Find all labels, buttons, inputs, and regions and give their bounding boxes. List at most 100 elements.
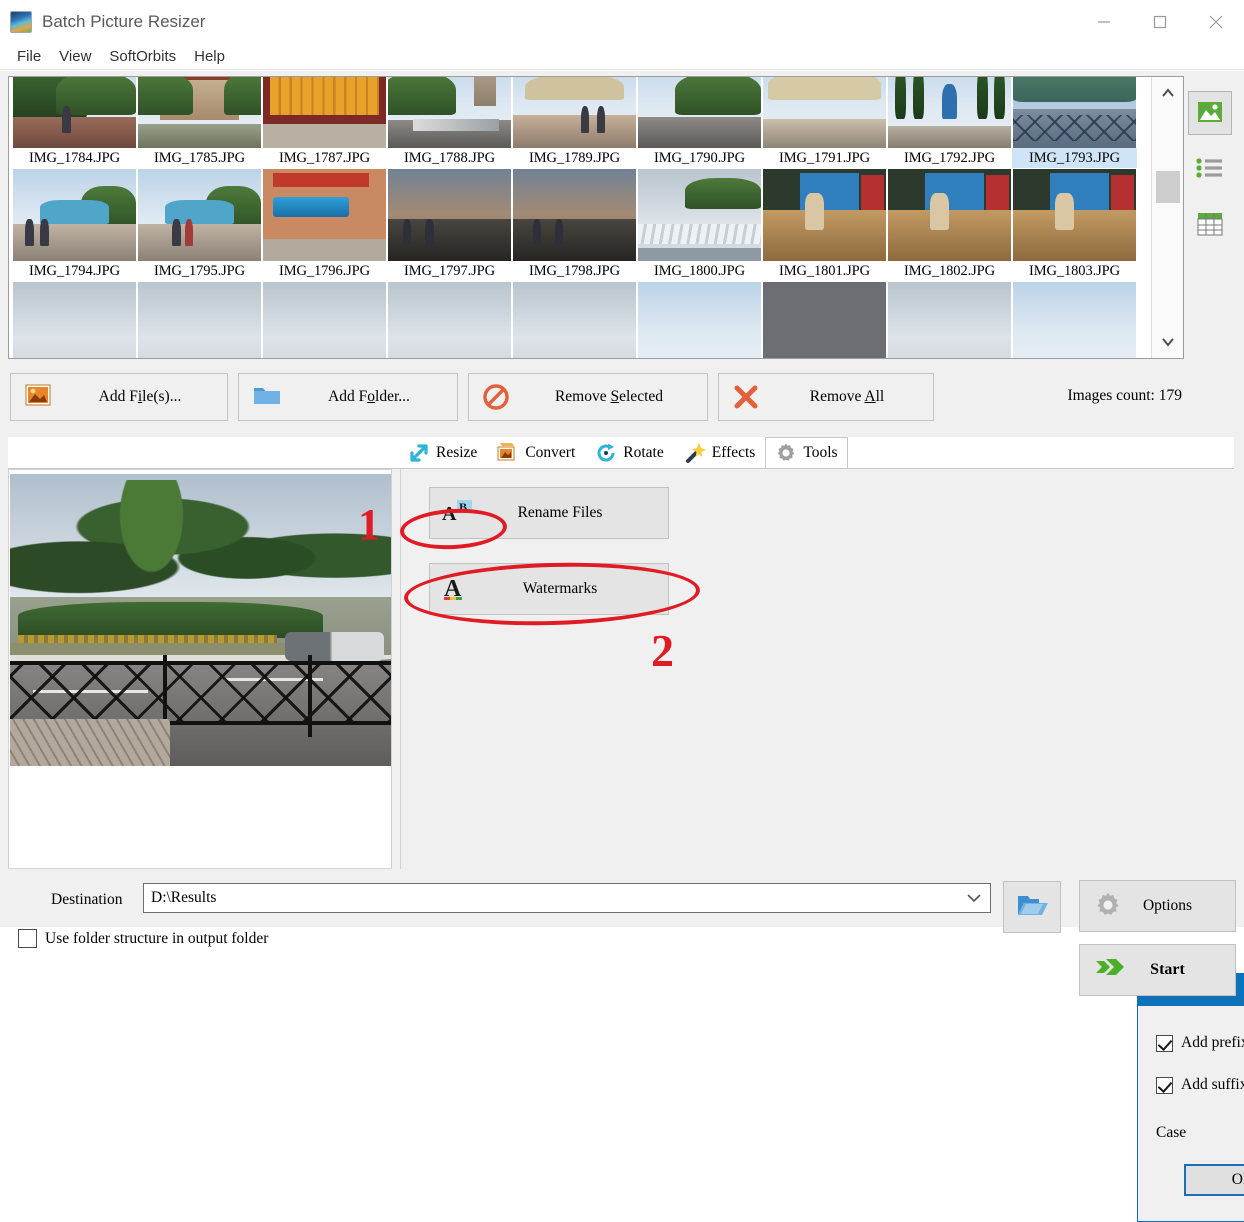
menu-item-softorbits[interactable]: SoftOrbits — [100, 46, 185, 67]
thumbnail-image[interactable] — [138, 77, 261, 148]
list-item[interactable] — [762, 281, 887, 358]
thumbnail-image[interactable] — [138, 169, 261, 261]
list-item[interactable]: IMG_1784.JPG — [12, 77, 137, 168]
list-item[interactable] — [887, 281, 1012, 358]
destination-input[interactable]: D:\Results — [143, 883, 991, 913]
view-mode-list-button[interactable] — [1188, 147, 1232, 191]
list-item[interactable]: IMG_1797.JPG — [387, 168, 512, 281]
start-button[interactable]: Start — [1079, 944, 1236, 996]
thumbnail-scroll-area[interactable]: IMG_1775.JPG IMG_1776.JPG IMG_1778.JPG I… — [9, 77, 1151, 358]
svg-text:B: B — [459, 500, 467, 514]
thumbnail-image[interactable] — [513, 77, 636, 148]
list-item[interactable]: IMG_1798.JPG — [512, 168, 637, 281]
thumbnail-image[interactable] — [638, 282, 761, 358]
thumbnail-image[interactable] — [763, 169, 886, 261]
use-folder-structure-row[interactable]: Use folder structure in output folder — [18, 929, 268, 948]
menu-item-help[interactable]: Help — [185, 46, 234, 67]
add-prefix-checkbox[interactable] — [1156, 1034, 1173, 1052]
list-item[interactable] — [137, 281, 262, 358]
tab-convert[interactable]: Convert — [487, 437, 585, 468]
ok-button[interactable]: OK — [1184, 1164, 1244, 1196]
start-label: Start — [1150, 961, 1185, 978]
thumbnail-scrollbar[interactable] — [1151, 77, 1183, 358]
list-item[interactable]: IMG_1802.JPG — [887, 168, 1012, 281]
list-item[interactable]: IMG_1789.JPG — [512, 77, 637, 168]
tab-bar: Resize Convert Rotate Effects Tools — [8, 437, 1234, 469]
thumbnail-image[interactable] — [638, 169, 761, 261]
list-item[interactable] — [1012, 281, 1137, 358]
thumbnail-image[interactable] — [13, 169, 136, 261]
add-prefix-row[interactable]: Add prefix — [1156, 1034, 1244, 1052]
options-button[interactable]: Options — [1079, 880, 1236, 932]
add-folder-button[interactable]: Add Folder... — [238, 373, 458, 421]
annotation-number-2: 2 — [651, 625, 674, 676]
rename-files-button[interactable]: A B Rename Files — [429, 487, 669, 539]
scrollbar-thumb[interactable] — [1156, 171, 1180, 203]
list-item[interactable]: IMG_1792.JPG — [887, 77, 1012, 168]
use-folder-structure-checkbox[interactable] — [18, 929, 37, 948]
add-files-button[interactable]: Add File(s)... — [10, 373, 228, 421]
list-item[interactable] — [637, 281, 762, 358]
thumbnail-image[interactable] — [513, 169, 636, 261]
list-item[interactable]: IMG_1787.JPG — [262, 77, 387, 168]
options-label: Options — [1142, 897, 1193, 914]
list-item[interactable]: IMG_1796.JPG — [262, 168, 387, 281]
list-item[interactable]: IMG_1795.JPG — [137, 168, 262, 281]
list-item[interactable] — [387, 281, 512, 358]
thumbnail-image[interactable] — [1013, 169, 1136, 261]
list-item[interactable]: IMG_1791.JPG — [762, 77, 887, 168]
tab-resize[interactable]: Resize — [398, 437, 487, 468]
list-item[interactable]: IMG_1785.JPG — [137, 77, 262, 168]
minimize-icon[interactable] — [1076, 0, 1132, 44]
list-item[interactable]: IMG_1801.JPG — [762, 168, 887, 281]
thumbnail-image[interactable] — [13, 77, 136, 148]
add-suffix-row[interactable]: Add suffix — [1156, 1076, 1244, 1094]
chevron-up-icon[interactable] — [1152, 77, 1183, 109]
watermarks-button[interactable]: A Watermarks — [429, 563, 669, 615]
thumbnail-image[interactable] — [388, 77, 511, 148]
thumbnail-image[interactable] — [263, 169, 386, 261]
chevron-down-icon[interactable] — [1152, 326, 1183, 358]
list-item[interactable] — [512, 281, 637, 358]
list-item-selected[interactable]: IMG_1793.JPG — [1012, 77, 1137, 168]
thumbnail-image[interactable] — [638, 77, 761, 148]
thumbnail-image[interactable] — [763, 282, 886, 358]
list-item[interactable]: IMG_1794.JPG — [12, 168, 137, 281]
view-mode-details-button[interactable] — [1188, 203, 1232, 247]
thumbnail-image[interactable] — [138, 282, 261, 358]
list-item[interactable]: IMG_1790.JPG — [637, 77, 762, 168]
thumbnail-image[interactable] — [763, 77, 886, 148]
tab-rotate[interactable]: Rotate — [585, 437, 673, 468]
tab-tools[interactable]: Tools — [765, 437, 848, 468]
thumbnail-image[interactable] — [1013, 77, 1136, 148]
menu-item-file[interactable]: File — [8, 46, 50, 67]
thumbnail-image[interactable] — [888, 77, 1011, 148]
list-item[interactable] — [262, 281, 387, 358]
menu-item-view[interactable]: View — [50, 46, 100, 67]
thumbnail-image[interactable] — [263, 77, 386, 148]
list-item[interactable]: IMG_1788.JPG — [387, 77, 512, 168]
rename-ab-icon: A B — [442, 498, 474, 528]
thumbnail-image[interactable] — [513, 282, 636, 358]
tab-effects[interactable]: Effects — [674, 437, 766, 468]
thumbnail-image[interactable] — [1013, 282, 1136, 358]
view-mode-thumbnails-button[interactable] — [1188, 91, 1232, 135]
thumbnail-label: IMG_1797.JPG — [403, 263, 496, 279]
chevron-down-icon[interactable] — [967, 890, 981, 908]
thumbnail-image[interactable] — [388, 282, 511, 358]
thumbnail-image[interactable] — [888, 169, 1011, 261]
list-item[interactable] — [12, 281, 137, 358]
thumbnail-image[interactable] — [388, 169, 511, 261]
remove-all-button[interactable]: Remove All — [718, 373, 934, 421]
remove-selected-button[interactable]: Remove Selected — [468, 373, 708, 421]
thumbnail-image[interactable] — [263, 282, 386, 358]
browse-folder-button[interactable] — [1003, 881, 1061, 933]
thumbnail-panel[interactable]: IMG_1775.JPG IMG_1776.JPG IMG_1778.JPG I… — [8, 76, 1184, 359]
close-icon[interactable] — [1188, 0, 1244, 44]
maximize-icon[interactable] — [1132, 0, 1188, 44]
thumbnail-image[interactable] — [13, 282, 136, 358]
thumbnail-image[interactable] — [888, 282, 1011, 358]
list-item[interactable]: IMG_1800.JPG — [637, 168, 762, 281]
add-suffix-checkbox[interactable] — [1156, 1076, 1173, 1094]
list-item[interactable]: IMG_1803.JPG — [1012, 168, 1137, 281]
